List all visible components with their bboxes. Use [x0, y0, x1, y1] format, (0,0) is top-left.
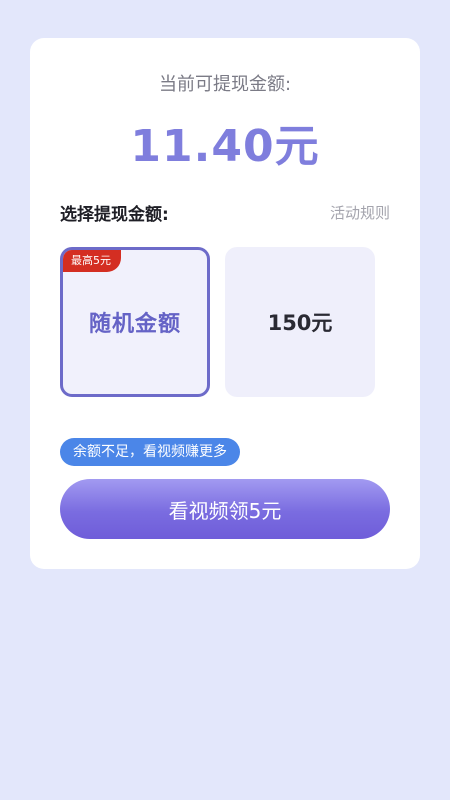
option-random-amount[interactable]: 最高5元 随机金额 — [60, 247, 210, 397]
option-label: 随机金额 — [88, 312, 181, 337]
section-title: 选择提现金额: — [60, 205, 169, 225]
max-amount-badge: 最高5元 — [63, 250, 121, 272]
watch-video-button[interactable]: 看视频领5元 — [60, 479, 390, 539]
insufficient-balance-tip: 余额不足，看视频赚更多 — [60, 438, 240, 466]
withdraw-card: 当前可提现金额: 11.40元 选择提现金额: 活动规则 最高5元 随机金额 1… — [30, 38, 420, 569]
option-label: 150元 — [267, 311, 333, 335]
activity-rules-link[interactable]: 活动规则 — [330, 202, 390, 223]
balance-amount: 11.40元 — [130, 121, 320, 172]
balance-label: 当前可提现金额: — [158, 74, 292, 95]
option-150-yuan[interactable]: 150元 — [225, 247, 375, 397]
